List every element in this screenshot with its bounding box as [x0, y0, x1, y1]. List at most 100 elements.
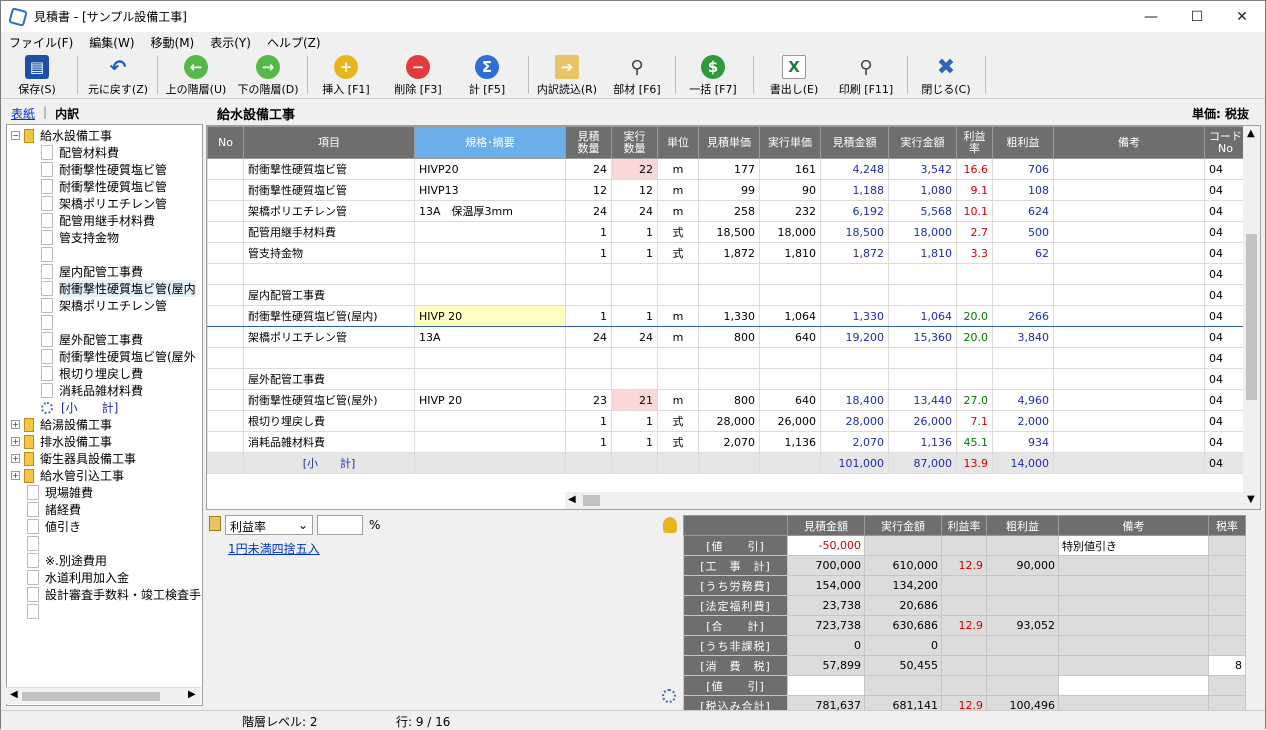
- table-cell[interactable]: 1,188: [820, 179, 889, 201]
- summary-cell[interactable]: [1208, 635, 1246, 656]
- tree-item[interactable]: 架橋ポリエチレン管: [41, 195, 167, 212]
- table-cell[interactable]: 1: [611, 305, 658, 327]
- maximize-button[interactable]: ☐: [1174, 1, 1220, 32]
- table-cell[interactable]: [1053, 179, 1205, 201]
- column-header[interactable]: 見積単価: [698, 126, 760, 159]
- table-cell[interactable]: [611, 284, 658, 306]
- table-cell[interactable]: 管支持金物: [243, 242, 415, 264]
- total-button[interactable]: Σ計 [F5]: [459, 54, 515, 97]
- table-cell[interactable]: HIVP13: [414, 179, 566, 201]
- tab-detail[interactable]: 内訳: [55, 105, 79, 122]
- table-cell[interactable]: [207, 221, 244, 243]
- calc-mode-select[interactable]: 利益率 ⌄: [225, 515, 313, 535]
- table-cell[interactable]: 式: [657, 221, 699, 243]
- insert-button[interactable]: + 挿入 [F1]: [315, 54, 377, 97]
- column-header[interactable]: 備考: [1053, 126, 1205, 159]
- table-cell[interactable]: [611, 263, 658, 285]
- summary-cell[interactable]: [787, 675, 865, 696]
- tree-item[interactable]: 配管用継手材料費: [41, 212, 155, 229]
- table-cell[interactable]: m: [657, 158, 699, 180]
- table-cell[interactable]: [207, 284, 244, 306]
- table-cell[interactable]: 04: [1204, 263, 1247, 285]
- table-cell[interactable]: [820, 284, 889, 306]
- table-cell[interactable]: 1,136: [759, 431, 821, 453]
- table-cell[interactable]: [992, 368, 1054, 390]
- tree-item[interactable]: 配管材料費: [41, 144, 119, 161]
- table-row[interactable]: 耐衝撃性硬質塩ビ管 HIVP20 24 22 m 177 161 4,248 3,542 16.6…: [207, 158, 1247, 180]
- table-row[interactable]: 屋外配管工事費 04: [207, 368, 1247, 390]
- table-row[interactable]: 耐衝撃性硬質塩ビ管(屋内) HIVP 20 1 1 m 1,330 1,064 1,330 1,…: [207, 305, 1247, 327]
- tree-item[interactable]: 管支持金物: [41, 229, 119, 246]
- table-cell[interactable]: 消耗品雑材料費: [243, 431, 415, 453]
- table-cell[interactable]: 3.3: [956, 242, 993, 264]
- table-cell[interactable]: 15,360: [888, 326, 957, 348]
- table-cell[interactable]: 20.0: [956, 305, 993, 327]
- table-cell[interactable]: [207, 158, 244, 180]
- tree-item[interactable]: 耐衝撃性硬質塩ビ管: [41, 178, 167, 195]
- table-cell[interactable]: 2.7: [956, 221, 993, 243]
- table-cell[interactable]: m: [657, 326, 699, 348]
- table-cell[interactable]: 04: [1204, 284, 1247, 306]
- table-cell[interactable]: 18,500: [820, 221, 889, 243]
- grid-vertical-scrollbar[interactable]: ▲ ▼: [1243, 126, 1260, 509]
- table-cell[interactable]: [1053, 452, 1205, 474]
- table-cell[interactable]: 10.1: [956, 200, 993, 222]
- table-cell[interactable]: 706: [992, 158, 1054, 180]
- table-cell[interactable]: [414, 284, 566, 306]
- tree-item[interactable]: [41, 314, 59, 331]
- table-cell[interactable]: 28,000: [820, 410, 889, 432]
- table-cell[interactable]: 2,070: [698, 431, 760, 453]
- table-cell[interactable]: 24: [611, 200, 658, 222]
- table-cell[interactable]: 1,872: [698, 242, 760, 264]
- table-cell[interactable]: 04: [1204, 221, 1247, 243]
- tree-item[interactable]: 現場雑費: [27, 484, 93, 501]
- table-cell[interactable]: HIVP20: [414, 158, 566, 180]
- table-cell[interactable]: [698, 263, 760, 285]
- table-cell[interactable]: [759, 263, 821, 285]
- table-cell[interactable]: HIVP 20: [414, 305, 566, 327]
- tree-item[interactable]: [27, 535, 45, 552]
- tree-item[interactable]: + 給水管引込工事: [11, 467, 124, 484]
- table-cell[interactable]: [414, 263, 566, 285]
- table-cell[interactable]: 13.9: [956, 452, 993, 474]
- column-header[interactable]: コード No: [1204, 126, 1247, 159]
- tab-summary[interactable]: 表紙: [11, 105, 35, 122]
- expand-icon[interactable]: +: [11, 454, 20, 463]
- tree-scroll-thumb[interactable]: [22, 692, 160, 701]
- table-cell[interactable]: 架橋ポリエチレン管: [243, 200, 415, 222]
- table-cell[interactable]: [207, 242, 244, 264]
- table-cell[interactable]: 18,400: [820, 389, 889, 411]
- table-cell[interactable]: [1053, 200, 1205, 222]
- section-tree[interactable]: − 給水設備工事 配管材料費 耐衝撃性硬質塩ビ管 耐衝撃性硬質塩ビ管 架橋ポリエチレン管配…: [6, 124, 203, 706]
- table-cell[interactable]: 架橋ポリエチレン管: [243, 326, 415, 348]
- table-cell[interactable]: [698, 452, 760, 474]
- table-cell[interactable]: [820, 368, 889, 390]
- menu-move[interactable]: 移動(M): [143, 34, 203, 51]
- table-cell[interactable]: 640: [759, 389, 821, 411]
- menu-edit[interactable]: 編集(W): [81, 34, 142, 51]
- table-cell[interactable]: 18,500: [698, 221, 760, 243]
- table-row[interactable]: [小 計] 101,000 87,000 13.9 14,000 04: [207, 452, 1247, 474]
- table-row[interactable]: 管支持金物 1 1 式 1,872 1,810 1,872 1,810 3.3 62 04: [207, 242, 1247, 264]
- table-cell[interactable]: [207, 326, 244, 348]
- table-cell[interactable]: [657, 368, 699, 390]
- table-cell[interactable]: [888, 284, 957, 306]
- table-cell[interactable]: [956, 263, 993, 285]
- table-cell[interactable]: [657, 263, 699, 285]
- table-cell[interactable]: [565, 347, 612, 369]
- table-cell[interactable]: 1,064: [759, 305, 821, 327]
- table-cell[interactable]: 04: [1204, 389, 1247, 411]
- table-cell[interactable]: 2,000: [992, 410, 1054, 432]
- gear-icon[interactable]: [662, 689, 676, 703]
- table-cell[interactable]: [565, 263, 612, 285]
- table-cell[interactable]: 04: [1204, 242, 1247, 264]
- table-row[interactable]: 耐衝撃性硬質塩ビ管(屋外) HIVP 20 23 21 m 800 640 18,400 13,…: [207, 389, 1247, 411]
- table-cell[interactable]: [1053, 284, 1205, 306]
- tree-item[interactable]: 耐衝撃性硬質塩ビ管: [41, 161, 167, 178]
- table-cell[interactable]: 21: [611, 389, 658, 411]
- column-header[interactable]: 実行 数量: [611, 126, 658, 159]
- table-cell[interactable]: 99: [698, 179, 760, 201]
- rate-input[interactable]: [317, 515, 363, 535]
- tree-item[interactable]: [小 計]: [41, 399, 118, 416]
- table-row[interactable]: 04: [207, 347, 1247, 369]
